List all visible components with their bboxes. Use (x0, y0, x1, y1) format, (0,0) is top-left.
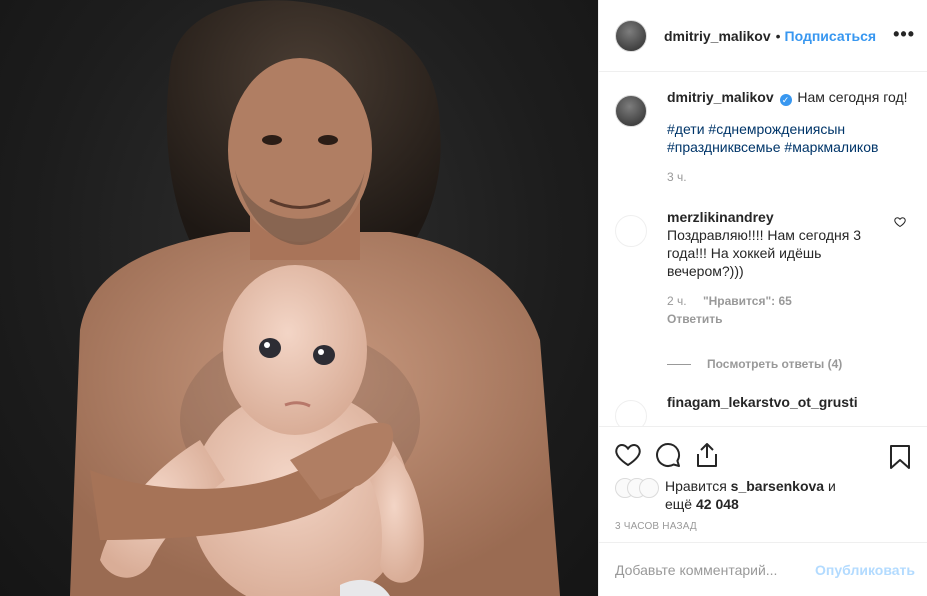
photo-illustration (70, 0, 560, 596)
comment-username[interactable]: merzlikinandrey (667, 208, 911, 226)
heart-outline-icon[interactable] (894, 214, 906, 232)
likes-more-prefix: ещё (665, 496, 693, 512)
header-username[interactable]: dmitriy_malikov (664, 28, 771, 44)
hashtag-link[interactable]: #дети (667, 121, 705, 137)
comment-text: Поздравляю!!!! Нам сегодня 3 года!!! На … (667, 227, 861, 279)
likes-conjunction: и (827, 478, 836, 494)
post-side-panel: dmitriy_malikov • Подписаться ••• dmitri… (598, 0, 927, 596)
liker-username[interactable]: s_barsenkova (731, 478, 824, 494)
caption-avatar[interactable] (615, 95, 647, 127)
view-replies-button[interactable]: Посмотреть ответы (4) (615, 357, 911, 371)
comment-meta: 2 ч. "Нравится": 65 (667, 292, 911, 310)
comment-likes[interactable]: "Нравится": 65 (703, 294, 792, 308)
comment-username[interactable]: finagam_lekarstvo_ot_grusti (667, 393, 911, 411)
comment-time[interactable]: 2 ч. (667, 294, 687, 308)
reply-button[interactable]: Ответить (667, 310, 911, 328)
view-replies-label: Посмотреть ответы (4) (707, 357, 843, 371)
bookmark-icon[interactable] (889, 444, 911, 473)
more-options-icon[interactable]: ••• (893, 24, 915, 45)
follow-button[interactable]: Подписаться (785, 28, 877, 44)
comment-item: finagam_lekarstvo_ot_grusti (615, 393, 911, 426)
caption: dmitriy_malikov ✓ Нам сегодня год! #дети… (615, 88, 911, 186)
likes-prefix: Нравится (665, 478, 727, 494)
likes-summary: Нравится s_barsenkova и ещё 42 048 (615, 477, 911, 513)
comment-input[interactable] (615, 561, 816, 578)
post-actions: Нравится s_barsenkova и ещё 42 048 3 час… (599, 426, 927, 532)
post-header: dmitriy_malikov • Подписаться ••• (599, 0, 927, 72)
publish-button[interactable]: Опубликовать (815, 562, 915, 578)
share-icon[interactable] (695, 442, 719, 468)
avatar (639, 478, 659, 498)
caption-text: Нам сегодня год! (797, 89, 908, 105)
avatar[interactable] (615, 400, 647, 426)
action-icons (615, 435, 911, 475)
likers-avatars[interactable] (615, 478, 659, 498)
post-photo[interactable] (0, 0, 598, 596)
likes-text: Нравится s_barsenkova и ещё 42 048 (665, 477, 836, 513)
caption-hashtags: #дети #сднемрождениясын #праздниквсемье … (667, 120, 911, 156)
instagram-post-modal: dmitriy_malikov • Подписаться ••• dmitri… (0, 0, 927, 596)
comments-list[interactable]: dmitriy_malikov ✓ Нам сегодня год! #дети… (599, 72, 927, 426)
caption-username[interactable]: dmitriy_malikov (667, 89, 774, 105)
avatar[interactable] (615, 215, 647, 247)
divider-line (667, 363, 691, 365)
comment-icon[interactable] (655, 442, 681, 468)
likes-count[interactable]: 42 048 (696, 496, 739, 512)
hashtag-link[interactable]: #сднемрождениясын (708, 121, 845, 137)
verified-badge-icon: ✓ (779, 94, 792, 106)
add-comment-bar: Опубликовать (599, 542, 927, 596)
post-timestamp[interactable]: 3 часов назад (615, 521, 911, 532)
hashtag-link[interactable]: #маркмаликов (784, 139, 878, 155)
separator-dot: • (775, 27, 781, 44)
caption-time[interactable]: 3 ч. (667, 168, 911, 186)
comment-item: merzlikinandrey Поздравляю!!!! Нам сегод… (615, 208, 911, 328)
avatar[interactable] (615, 19, 647, 52)
hashtag-link[interactable]: #праздниквсемье (667, 139, 781, 155)
caption-body: dmitriy_malikov ✓ Нам сегодня год! (667, 88, 911, 106)
heart-icon[interactable] (615, 443, 641, 467)
